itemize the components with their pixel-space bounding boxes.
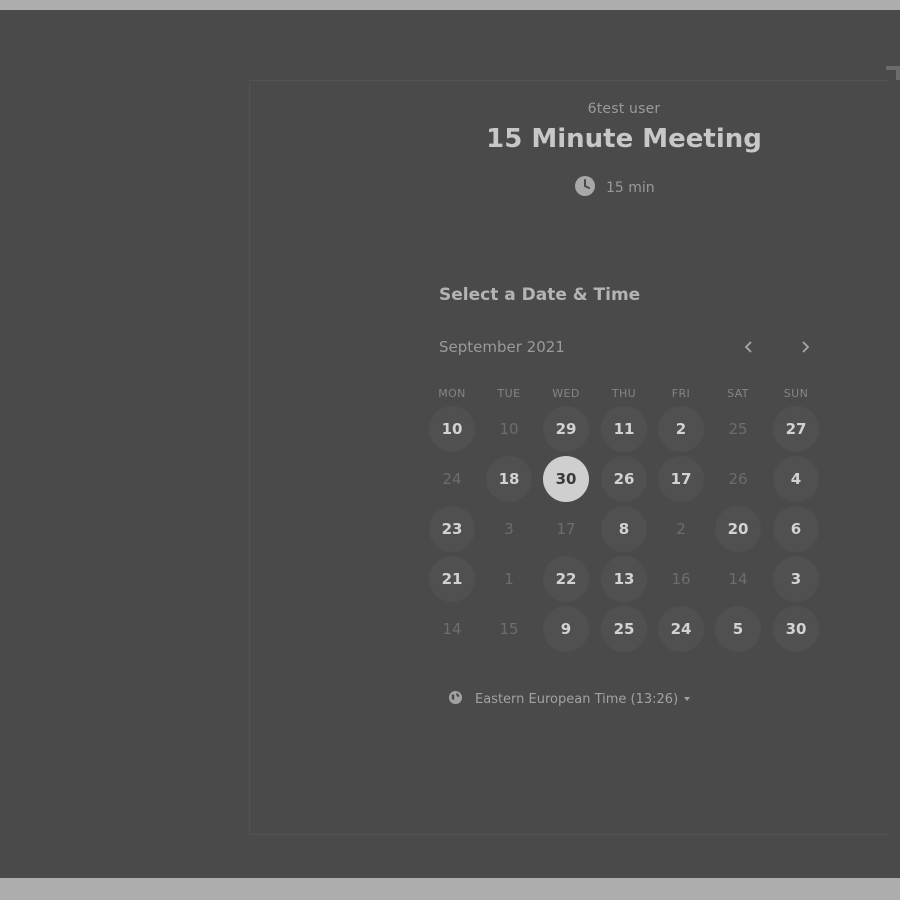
caret-down-icon [684, 697, 691, 701]
clock-icon [574, 175, 596, 201]
top-border [0, 0, 900, 10]
weekday-tue: TUE [497, 387, 521, 400]
day-cell[interactable]: 3 [773, 556, 819, 602]
day-cell[interactable]: 13 [601, 556, 647, 602]
weekday-mon: MON [438, 387, 466, 400]
day-cell[interactable]: 24 [658, 606, 704, 652]
timezone-label: Eastern European Time (13:26) [475, 691, 679, 707]
chevron-right-icon [799, 339, 811, 358]
event-title: 15 Minute Meeting [486, 124, 762, 154]
day-cell[interactable]: 8 [601, 506, 647, 552]
day-cell[interactable]: 9 [543, 606, 589, 652]
chevron-left-icon [743, 339, 755, 358]
day-cell[interactable]: 29 [543, 406, 589, 452]
day-cell: 10 [499, 420, 519, 438]
day-cell[interactable]: 18 [486, 456, 532, 502]
day-cell: 24 [442, 470, 462, 488]
weekday-wed: WED [552, 387, 580, 400]
day-cell[interactable]: 25 [601, 606, 647, 652]
day-cell[interactable]: 26 [601, 456, 647, 502]
day-cell[interactable]: 6 [773, 506, 819, 552]
day-cell[interactable]: 22 [543, 556, 589, 602]
day-cell[interactable]: 10 [429, 406, 475, 452]
next-month-button[interactable] [793, 336, 817, 360]
weekday-sat: SAT [727, 387, 749, 400]
duration-label: 15 min [606, 180, 655, 196]
day-cell: 16 [671, 570, 691, 588]
day-cell[interactable]: 23 [429, 506, 475, 552]
day-cell[interactable]: 20 [715, 506, 761, 552]
timezone-selector[interactable]: Eastern European Time (13:26) [448, 689, 691, 709]
day-cell: 14 [442, 620, 462, 638]
day-cell: 15 [499, 620, 519, 638]
day-cell: 17 [556, 520, 576, 538]
weekday-sun: SUN [783, 387, 809, 400]
day-cell[interactable]: 21 [429, 556, 475, 602]
day-cell[interactable]: 4 [773, 456, 819, 502]
day-cell: 1 [504, 570, 514, 588]
corner-badge [886, 66, 900, 80]
day-cell: 25 [728, 420, 748, 438]
day-cell[interactable]: 5 [715, 606, 761, 652]
day-cell: 3 [504, 520, 514, 538]
day-cell: 26 [728, 470, 748, 488]
weekday-fri: FRI [671, 387, 691, 400]
duration-row: 15 min [574, 175, 655, 201]
day-cell: 2 [676, 520, 686, 538]
day-cell[interactable]: 2 [658, 406, 704, 452]
globe-icon [448, 690, 463, 709]
day-cell[interactable]: 30 [773, 606, 819, 652]
bottom-border [0, 878, 900, 900]
month-label: September 2021 [439, 338, 565, 356]
section-title: Select a Date & Time [439, 285, 641, 305]
previous-month-button[interactable] [737, 336, 761, 360]
day-cell: 14 [728, 570, 748, 588]
day-cell[interactable]: 11 [601, 406, 647, 452]
day-cell-selected[interactable]: 30 [543, 456, 589, 502]
day-cell[interactable]: 27 [773, 406, 819, 452]
host-name: 6test user [587, 101, 661, 117]
day-cell[interactable]: 17 [658, 456, 704, 502]
weekday-thu: THU [611, 387, 637, 400]
